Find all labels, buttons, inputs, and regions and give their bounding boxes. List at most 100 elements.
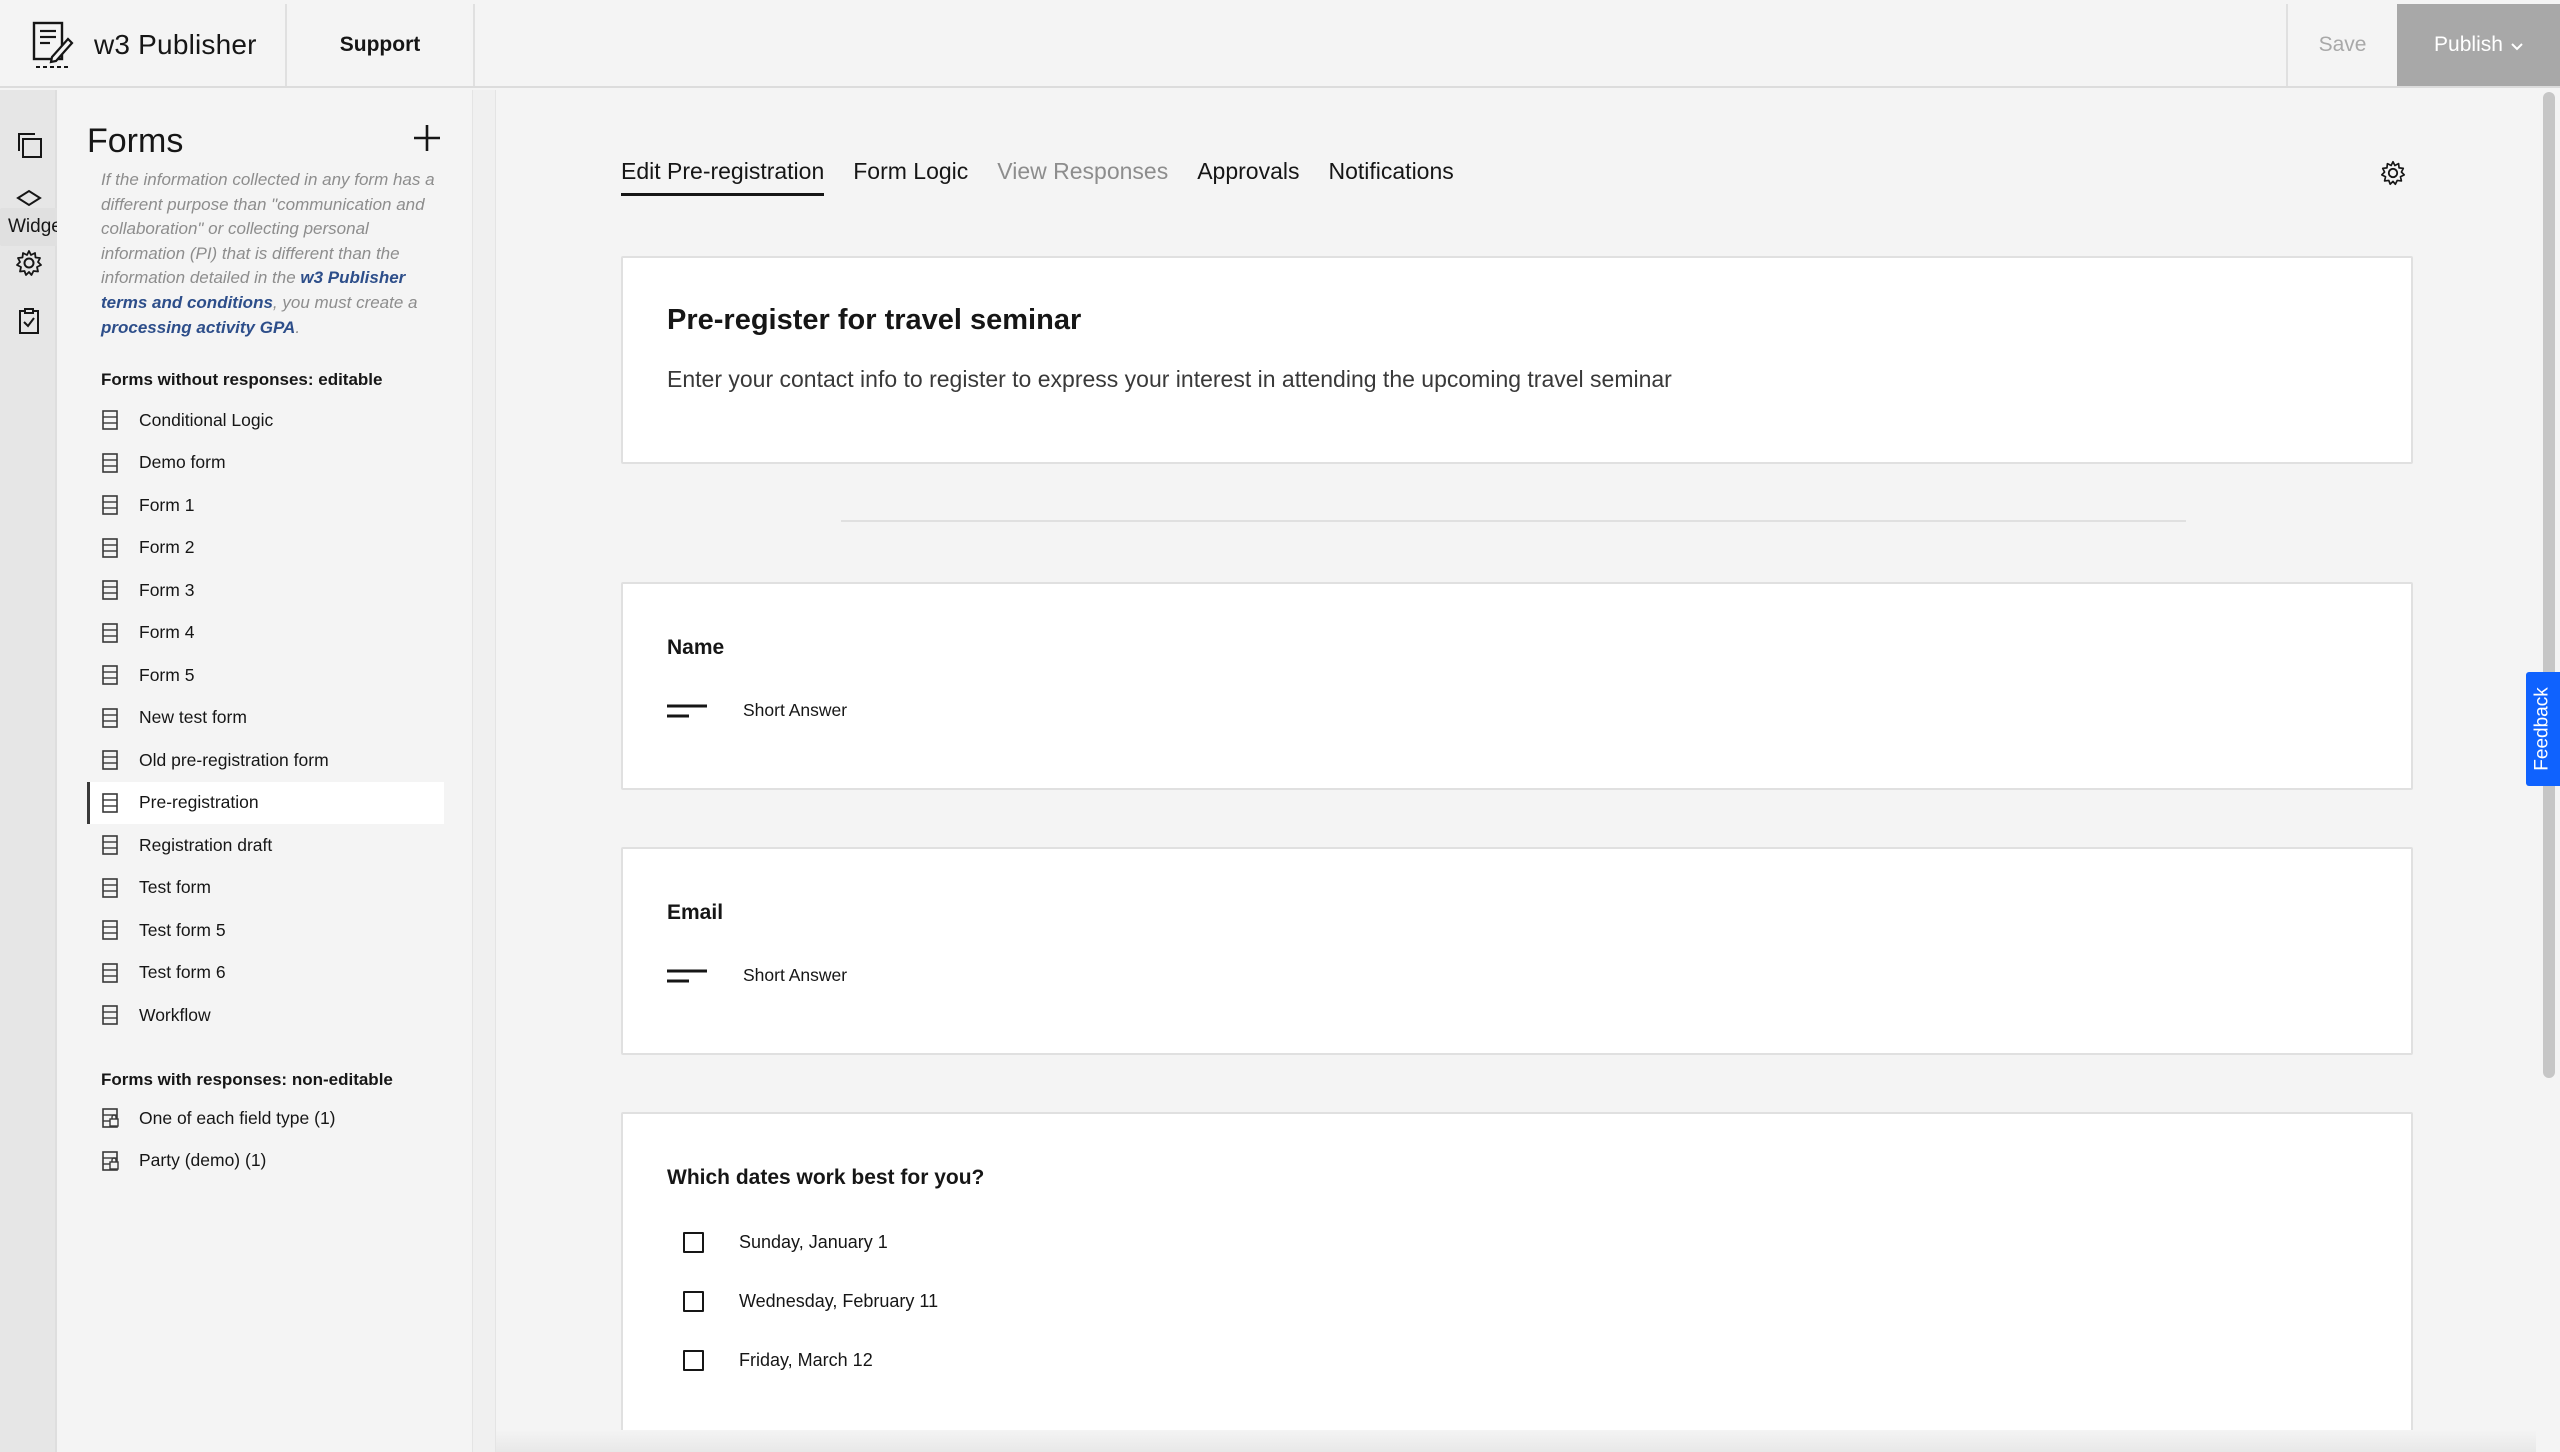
chevron-down-icon: [2511, 33, 2523, 57]
checkbox-label: Friday, March 12: [739, 1350, 873, 1370]
publish-button[interactable]: Publish: [2397, 4, 2560, 86]
notice-text-middle: , you must create a: [272, 292, 418, 312]
form-icon: [101, 707, 119, 728]
form-list-item[interactable]: Form 2: [87, 527, 444, 570]
question-card-email[interactable]: Email Short Answer: [621, 847, 2413, 1055]
form-list-item-label: Conditional Logic: [139, 409, 274, 430]
form-description: Enter your contact info to register to e…: [667, 366, 1672, 392]
tab-form-logic[interactable]: Form Logic: [853, 158, 968, 196]
form-list-item[interactable]: Party (demo) (1): [87, 1140, 444, 1183]
tab-view-responses[interactable]: View Responses: [997, 158, 1168, 196]
form-list-item[interactable]: New test form: [87, 697, 444, 740]
form-icon: [101, 920, 119, 941]
question-card-dates[interactable]: Which dates work best for you? Sunday, J…: [621, 1112, 2413, 1438]
publisher-logo-icon: [32, 17, 74, 73]
forms-privacy-notice: If the information collected in any form…: [101, 168, 446, 340]
form-list-item-label: New test form: [139, 707, 247, 728]
gpa-link[interactable]: processing activity GPA: [101, 318, 295, 337]
rail-copy-item[interactable]: [0, 120, 57, 174]
form-icon: [101, 1005, 119, 1026]
main-scrollbar-thumb[interactable]: [2543, 92, 2555, 1078]
brand[interactable]: w3 Publisher: [0, 4, 287, 86]
form-list-item[interactable]: Pre-registration: [87, 781, 444, 824]
form-list-item[interactable]: Form 1: [87, 484, 444, 527]
form-list-item-label: Pre-registration: [139, 792, 259, 813]
form-list-item[interactable]: Form 4: [87, 612, 444, 655]
form-list-item[interactable]: Test form 6: [87, 952, 444, 995]
form-list-item[interactable]: One of each field type (1): [87, 1097, 444, 1140]
app-root: w3 Publisher Support Save Publish Widget…: [0, 0, 2560, 1452]
noneditable-forms-list: One of each field type (1) Party (demo) (…: [87, 1097, 444, 1182]
support-link[interactable]: Support: [287, 4, 475, 86]
form-icon: [101, 962, 119, 983]
noneditable-forms-heading: Forms with responses: non-editable: [101, 1070, 393, 1089]
form-list-item-label: Form 5: [139, 664, 195, 685]
question-card-name[interactable]: Name Short Answer: [621, 582, 2413, 790]
locked-form-icon: [101, 1150, 119, 1171]
editable-forms-list: Conditional Logic Demo form Form 1 Form 2 Fo…: [87, 399, 444, 1037]
locked-form-icon: [101, 1108, 119, 1129]
form-icon: [101, 537, 119, 558]
tab-approvals[interactable]: Approvals: [1197, 158, 1299, 196]
form-list-item[interactable]: Old pre-registration form: [87, 739, 444, 782]
form-list-item-label: Form 3: [139, 579, 195, 600]
notice-text-after: .: [295, 317, 301, 337]
checkbox-option[interactable]: Sunday, January 1: [683, 1232, 888, 1253]
form-list-item-label: Registration draft: [139, 834, 273, 855]
top-header: w3 Publisher Support Save Publish: [0, 4, 2560, 88]
save-button[interactable]: Save: [2286, 4, 2397, 86]
form-icon: [101, 580, 119, 601]
checkbox-option[interactable]: Friday, March 12: [683, 1350, 873, 1371]
form-settings-button[interactable]: [2376, 158, 2410, 192]
add-form-button[interactable]: [407, 120, 447, 160]
publish-label: Publish: [2434, 33, 2503, 56]
feedback-button[interactable]: Feedback: [2526, 672, 2560, 786]
checkbox-label: Wednesday, February 11: [739, 1291, 939, 1311]
form-list-item[interactable]: Test form: [87, 867, 444, 910]
form-icon: [101, 792, 119, 813]
section-divider: [841, 520, 2186, 522]
panel-scroll-track[interactable]: [472, 90, 496, 1452]
header-spacer: [475, 4, 2286, 86]
short-answer-icon: [667, 966, 707, 986]
form-icon: [101, 665, 119, 686]
form-icon: [101, 410, 119, 431]
form-list-item-label: Test form 6: [139, 962, 226, 983]
short-answer-icon: [667, 701, 707, 721]
form-header-card[interactable]: Pre-register for travel seminar Enter yo…: [621, 256, 2413, 464]
gear-icon: [2379, 159, 2407, 192]
answer-type-label: Short Answer: [743, 965, 848, 985]
checkbox-label: Sunday, January 1: [739, 1232, 888, 1252]
form-icon: [101, 452, 119, 473]
form-list-item[interactable]: Conditional Logic: [87, 399, 444, 442]
clipboard-check-icon: [14, 306, 44, 341]
answer-type-row: Short Answer: [667, 965, 847, 986]
rail-settings-item[interactable]: [0, 238, 57, 292]
checkbox-option[interactable]: Wednesday, February 11: [683, 1291, 938, 1312]
form-list-item[interactable]: Test form 5: [87, 909, 444, 952]
rail-forms-item[interactable]: [0, 296, 57, 350]
bottom-edge: [496, 1430, 2536, 1452]
icon-rail: Widgets: [0, 90, 85, 1452]
form-icon: [101, 877, 119, 898]
form-list-item-label: Old pre-registration form: [139, 749, 329, 770]
main-editor: Edit Pre-registration Form Logic View Re…: [496, 90, 2536, 1452]
form-list-item-label: One of each field type (1): [139, 1107, 336, 1128]
plus-icon: [412, 123, 442, 158]
form-list-item[interactable]: Demo form: [87, 442, 444, 485]
answer-type-label: Short Answer: [743, 700, 848, 720]
checkbox[interactable]: [683, 1291, 704, 1312]
form-list-item[interactable]: Form 5: [87, 654, 444, 697]
question-label: Email: [667, 901, 724, 924]
form-icon: [101, 750, 119, 771]
tab-edit[interactable]: Edit Pre-registration: [621, 158, 825, 196]
tab-notifications[interactable]: Notifications: [1328, 158, 1453, 196]
form-list-item-label: Form 1: [139, 494, 195, 515]
form-list-item[interactable]: Workflow: [87, 994, 444, 1037]
form-list-item[interactable]: Registration draft: [87, 824, 444, 867]
checkbox[interactable]: [683, 1350, 704, 1371]
question-label: Which dates work best for you?: [667, 1166, 985, 1189]
forms-panel-title: Forms: [87, 122, 184, 160]
form-list-item[interactable]: Form 3: [87, 569, 444, 612]
checkbox[interactable]: [683, 1232, 704, 1253]
